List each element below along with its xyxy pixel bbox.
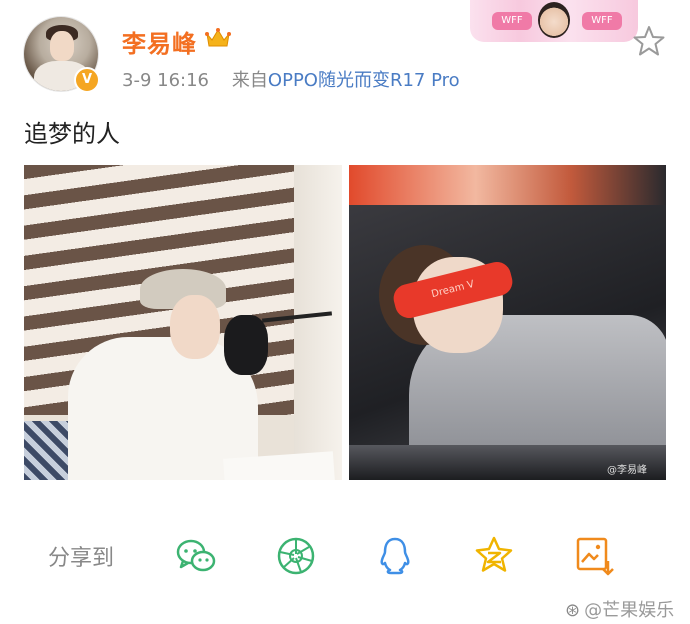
post-text: 追梦的人 xyxy=(24,120,120,148)
post-meta: 3-9 16:16 来自OPPO随光而变R17 Pro xyxy=(122,66,460,92)
decor-tag-right: WFF xyxy=(582,12,622,30)
source-link[interactable]: OPPO随光而变R17 Pro xyxy=(268,70,460,91)
post-time: 3-9 16:16 xyxy=(122,70,209,91)
username[interactable]: 李易峰 xyxy=(122,24,197,59)
photo-recording-studio[interactable] xyxy=(24,165,342,480)
profile-decoration: WFF WFF xyxy=(470,0,638,42)
photo-car-sleep-mask[interactable]: Dream V @李易峰 xyxy=(349,165,666,480)
moments-icon[interactable] xyxy=(274,534,318,578)
weibo-watermark: ⊛ @芒果娱乐 xyxy=(565,596,674,622)
qzone-icon[interactable] xyxy=(472,534,516,578)
weibo-logo-icon: ⊛ xyxy=(565,600,581,621)
decor-tag-left: WFF xyxy=(492,12,532,30)
qq-icon[interactable] xyxy=(373,534,417,578)
verified-badge-icon: V xyxy=(74,67,100,93)
favorite-star-icon[interactable] xyxy=(632,24,666,58)
watermark-text: @芒果娱乐 xyxy=(584,600,675,621)
source-prefix: 来自 xyxy=(231,70,268,91)
save-image-icon[interactable] xyxy=(572,534,616,578)
wechat-icon[interactable] xyxy=(174,534,218,578)
share-label: 分享到 xyxy=(48,546,115,571)
photo-watermark: @李易峰 xyxy=(607,465,647,476)
decor-face xyxy=(538,2,570,38)
crown-icon xyxy=(205,28,231,47)
